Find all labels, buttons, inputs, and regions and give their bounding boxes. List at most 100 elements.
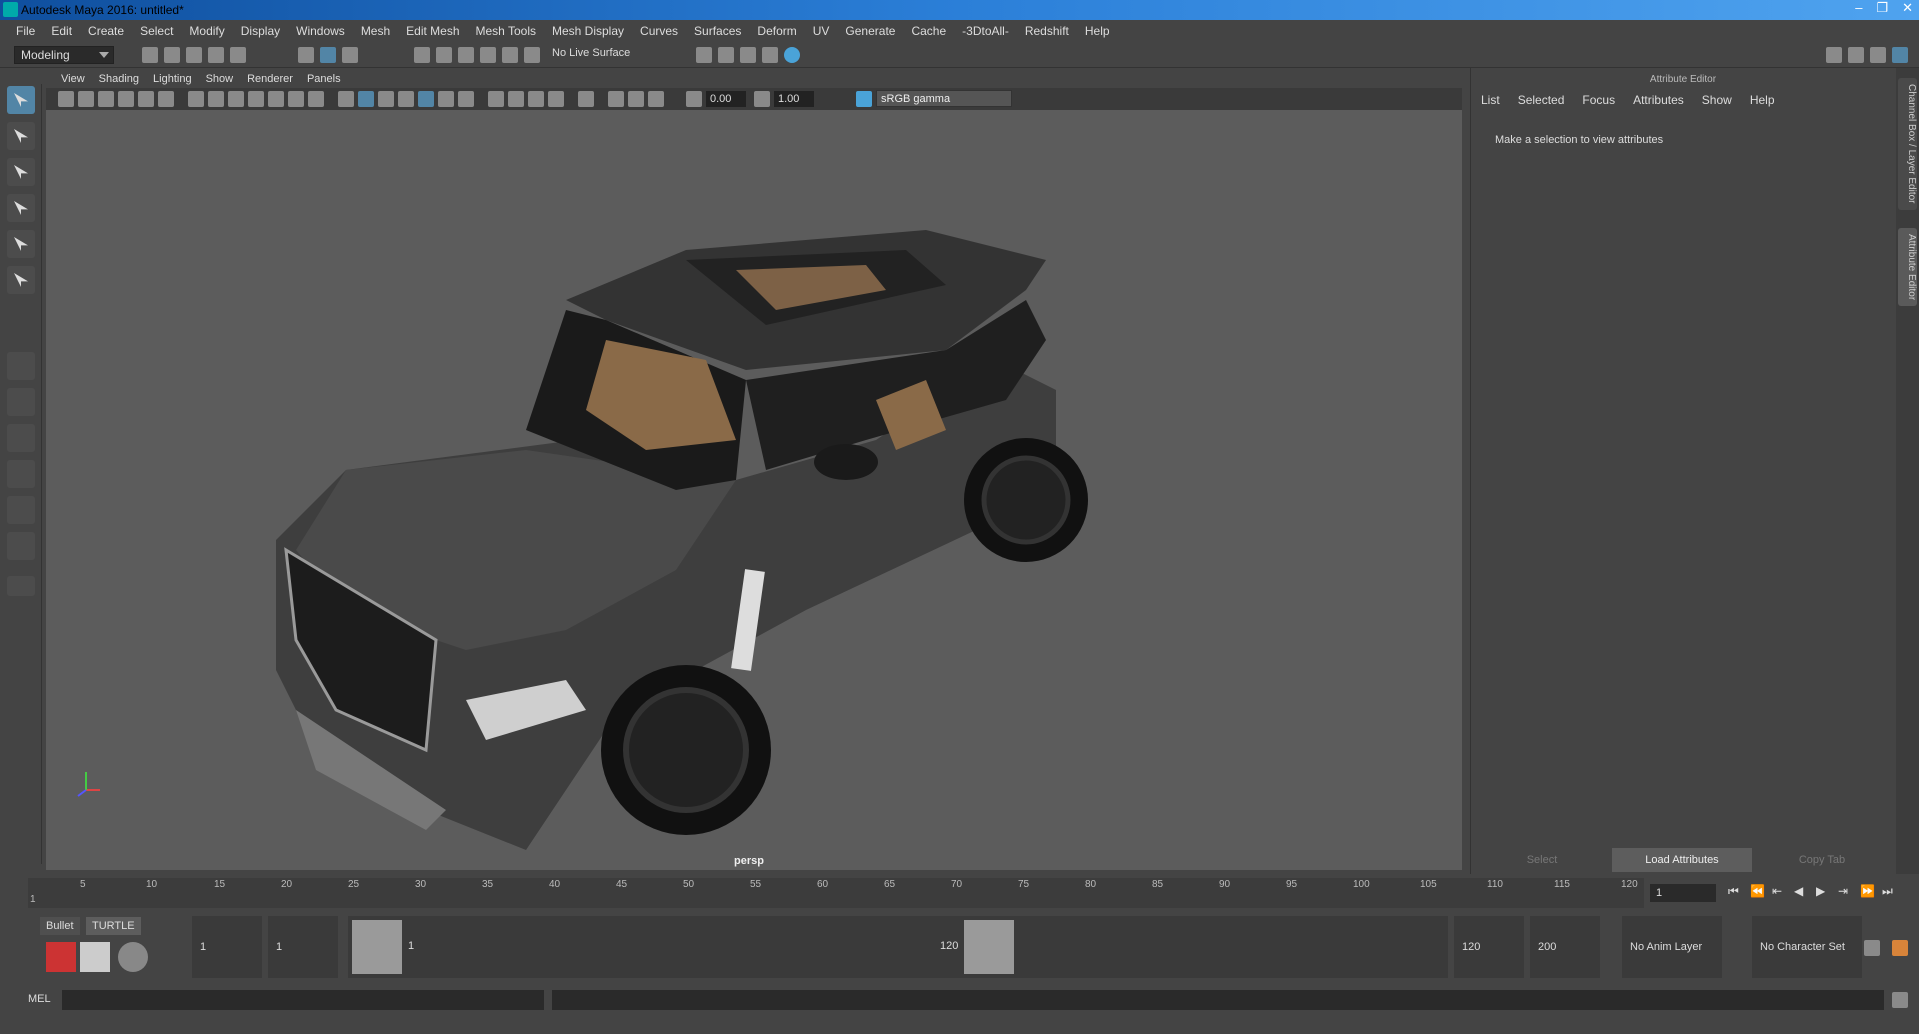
move-tool-icon[interactable]	[7, 194, 35, 222]
xray-joints-icon[interactable]	[648, 91, 664, 107]
attr-select-button[interactable]: Select	[1472, 848, 1612, 872]
playback-start-field[interactable]: 1	[268, 916, 338, 978]
anim-layer-dropdown[interactable]: No Anim Layer	[1622, 916, 1722, 978]
save-scene-icon[interactable]	[186, 47, 202, 63]
step-forward-key-icon[interactable]: ⇥	[1838, 884, 1852, 898]
animation-start-field[interactable]: 1	[192, 916, 262, 978]
viewport-menu-lighting[interactable]: Lighting	[146, 73, 199, 85]
render-view-icon[interactable]	[762, 47, 778, 63]
viewport-menu-panels[interactable]: Panels	[300, 73, 348, 85]
film-gate-icon[interactable]	[208, 91, 224, 107]
viewport-menu-renderer[interactable]: Renderer	[240, 73, 300, 85]
range-slider[interactable]: 1 120	[348, 916, 1448, 978]
menu-deform[interactable]: Deform	[749, 24, 804, 38]
hypershade-icon[interactable]	[784, 47, 800, 63]
rotate-tool-icon[interactable]	[7, 230, 35, 258]
script-editor-icon[interactable]	[1892, 992, 1908, 1008]
resolution-gate-icon[interactable]	[228, 91, 244, 107]
character-set-dropdown[interactable]: No Character Set	[1752, 916, 1862, 978]
mel-command-input[interactable]	[62, 990, 544, 1010]
default-material-icon[interactable]	[378, 91, 394, 107]
menu-edit[interactable]: Edit	[43, 24, 80, 38]
animation-preferences-icon[interactable]	[1892, 940, 1908, 956]
current-frame-field[interactable]: 1	[1650, 884, 1716, 902]
auto-key-icon[interactable]	[1864, 940, 1880, 956]
range-start-handle[interactable]	[352, 920, 402, 974]
menu-redshift[interactable]: Redshift	[1017, 24, 1077, 38]
layout-menu-icon[interactable]	[7, 576, 35, 596]
outliner-toggle-icon[interactable]	[1848, 47, 1864, 63]
make-live-icon[interactable]	[524, 47, 540, 63]
viewport-menu-view[interactable]: View	[54, 73, 92, 85]
exposure-icon[interactable]	[686, 91, 702, 107]
gate-mask-icon[interactable]	[248, 91, 264, 107]
channel-box-toggle-icon[interactable]	[1892, 47, 1908, 63]
mel-label[interactable]: MEL	[28, 993, 51, 1005]
play-forwards-icon[interactable]: ▶	[1816, 884, 1830, 898]
snap-curve-icon[interactable]	[436, 47, 452, 63]
color-management-icon[interactable]	[856, 91, 872, 107]
four-pane-layout-icon[interactable]	[7, 388, 35, 416]
two-pane-side-layout-icon[interactable]	[7, 424, 35, 452]
ipr-render-icon[interactable]	[740, 47, 756, 63]
gamma-field[interactable]: 1.00	[774, 91, 814, 107]
live-surface-label[interactable]: No Live Surface	[552, 47, 630, 59]
isolate-select-icon[interactable]	[578, 91, 594, 107]
select-tool-icon[interactable]	[7, 86, 35, 114]
persp-viewport[interactable]: persp	[46, 110, 1462, 870]
attr-menu-help[interactable]: Help	[1750, 93, 1775, 107]
animation-end-field[interactable]: 200	[1530, 916, 1600, 978]
snap-point-icon[interactable]	[458, 47, 474, 63]
select-by-hierarchy-icon[interactable]	[298, 47, 314, 63]
menu-uv[interactable]: UV	[805, 24, 838, 38]
go-to-end-icon[interactable]: ⏭	[1882, 884, 1896, 898]
range-end-handle[interactable]	[964, 920, 1014, 974]
copy-tab-button[interactable]: Copy Tab	[1752, 848, 1892, 872]
viewport-menu-show[interactable]: Show	[199, 73, 241, 85]
viewport-menu-shading[interactable]: Shading	[92, 73, 146, 85]
shelf-tab-bullet[interactable]: Bullet	[40, 917, 80, 935]
menu-mesh[interactable]: Mesh	[353, 24, 398, 38]
step-back-key-icon[interactable]: ⇤	[1772, 884, 1786, 898]
wireframe-on-shaded-icon[interactable]	[398, 91, 414, 107]
2d-pan-zoom-icon[interactable]	[138, 91, 154, 107]
xray-active-icon[interactable]	[628, 91, 644, 107]
close-button[interactable]: ✕	[1902, 0, 1913, 16]
motion-blur-icon[interactable]	[508, 91, 524, 107]
modeling-toolkit-icon[interactable]	[1826, 47, 1842, 63]
camera-attributes-icon[interactable]	[58, 91, 74, 107]
load-attributes-button[interactable]: Load Attributes	[1612, 848, 1752, 872]
attr-menu-show[interactable]: Show	[1702, 93, 1732, 107]
textured-icon[interactable]	[418, 91, 434, 107]
go-to-start-icon[interactable]: ⏮	[1728, 884, 1742, 898]
color-space-dropdown[interactable]: sRGB gamma	[876, 90, 1012, 107]
scale-tool-icon[interactable]	[7, 266, 35, 294]
image-plane-icon[interactable]	[118, 91, 134, 107]
attr-menu-list[interactable]: List	[1481, 93, 1500, 107]
select-by-component-icon[interactable]	[342, 47, 358, 63]
menu-3dtoall[interactable]: -3DtoAll-	[954, 24, 1017, 38]
turtle-bake-shelf-icon[interactable]	[80, 942, 110, 972]
xray-icon[interactable]	[608, 91, 624, 107]
attr-menu-focus[interactable]: Focus	[1582, 93, 1615, 107]
time-slider[interactable]: 1 5 10 15 20 25 30 35 40 45 50 55 60 65 …	[28, 878, 1644, 908]
grease-pencil-icon[interactable]	[158, 91, 174, 107]
maximize-button[interactable]: ❐	[1876, 0, 1888, 16]
redo-icon[interactable]	[230, 47, 246, 63]
tool-settings-icon[interactable]	[1870, 47, 1886, 63]
attr-menu-attributes[interactable]: Attributes	[1633, 93, 1684, 107]
menu-curves[interactable]: Curves	[632, 24, 686, 38]
single-pane-layout-icon[interactable]	[7, 352, 35, 380]
attribute-editor-tab[interactable]: Attribute Editor	[1898, 228, 1917, 307]
grid-toggle-icon[interactable]	[188, 91, 204, 107]
menu-file[interactable]: File	[8, 24, 43, 38]
safe-action-icon[interactable]	[288, 91, 304, 107]
material-sphere-shelf-icon[interactable]	[118, 942, 148, 972]
step-back-icon[interactable]: ⏪	[1750, 884, 1765, 898]
menu-generate[interactable]: Generate	[837, 24, 903, 38]
menu-mesh-display[interactable]: Mesh Display	[544, 24, 632, 38]
outliner-persp-layout-icon[interactable]	[7, 496, 35, 524]
snap-surface-icon[interactable]	[502, 47, 518, 63]
menu-help[interactable]: Help	[1077, 24, 1118, 38]
menu-select[interactable]: Select	[132, 24, 181, 38]
